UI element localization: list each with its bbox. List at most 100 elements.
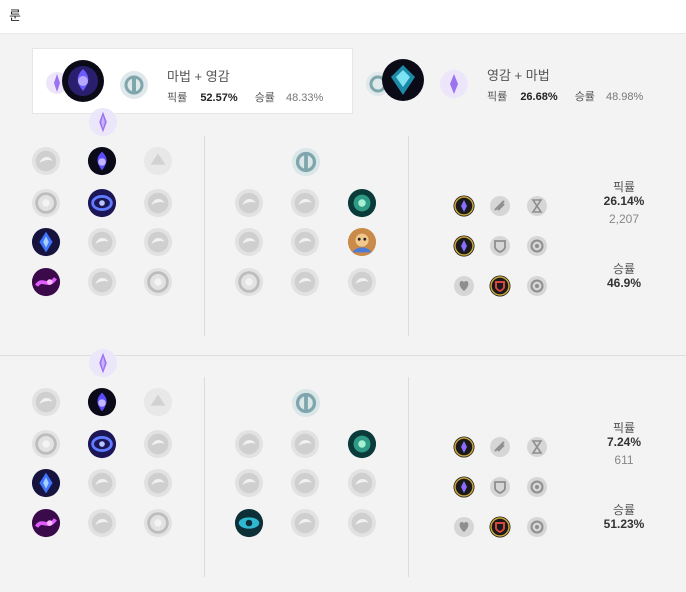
games-count: 2,207 bbox=[608, 212, 640, 226]
armor-shard-icon bbox=[489, 235, 511, 257]
build-2-pick-stats: 픽률 7.24% 611 bbox=[584, 421, 664, 468]
inspiration-tree-icon bbox=[291, 388, 321, 418]
win-rate-value: 48.33% bbox=[286, 92, 324, 104]
tab-sorcery-inspiration[interactable]: 마법 + 영감 픽률 52.57% 승률 48.33% bbox=[32, 48, 353, 114]
win-rate-value: 46.9% bbox=[606, 276, 642, 290]
transcendence-icon bbox=[31, 227, 61, 257]
gathering-storm-icon bbox=[143, 508, 173, 538]
runes-panel: 마법 + 영감 픽률 52.57% 승률 48.33% 영감 + 마법 픽률 2… bbox=[0, 33, 686, 592]
column-divider bbox=[204, 377, 205, 577]
summon-aery-icon bbox=[87, 387, 117, 417]
games-count: 611 bbox=[614, 453, 634, 467]
nullifying-orb-icon bbox=[31, 188, 61, 218]
nimbus-cloak-icon bbox=[143, 188, 173, 218]
win-rate-label: 승률 bbox=[254, 92, 275, 104]
pick-rate-value: 7.24% bbox=[606, 435, 642, 449]
rune-tree-tabs: 마법 + 영감 픽률 52.57% 승률 48.33% 영감 + 마법 픽률 2… bbox=[32, 48, 686, 114]
build-1-win-stats: 승률 46.9% bbox=[584, 262, 664, 291]
biscuit-delivery-icon bbox=[347, 227, 377, 257]
adaptive-force-shard-icon bbox=[453, 235, 475, 257]
ability-haste-shard-icon bbox=[526, 436, 548, 458]
pick-rate-value: 52.57% bbox=[200, 92, 238, 104]
magic-resist-shard-icon bbox=[526, 516, 548, 538]
time-warp-tonic-icon bbox=[347, 508, 377, 538]
win-rate-label: 승률 bbox=[612, 262, 636, 276]
waterwalking-icon bbox=[87, 508, 117, 538]
tab-name: 마법 + 영감 bbox=[167, 69, 230, 84]
magical-footwear-icon bbox=[290, 188, 320, 218]
inspiration-tree-icon bbox=[291, 147, 321, 177]
win-rate-label: 승률 bbox=[612, 503, 636, 517]
magic-resist-shard-icon bbox=[526, 476, 548, 498]
build-2-win-stats: 승률 51.23% bbox=[584, 503, 664, 532]
manaflow-band-icon bbox=[87, 188, 117, 218]
pick-rate-value: 26.14% bbox=[603, 194, 645, 208]
celerity-icon bbox=[87, 468, 117, 498]
nullifying-orb-icon bbox=[31, 429, 61, 459]
perfect-timing-icon bbox=[347, 188, 377, 218]
armor-shard-icon bbox=[489, 275, 511, 297]
glacial-augment-icon bbox=[381, 58, 425, 102]
tab-inspiration-sorcery[interactable]: 영감 + 마법 픽률 26.68% 승률 48.98% bbox=[353, 48, 674, 114]
sorcery-tree-icon bbox=[88, 107, 118, 137]
minion-dematerializer-icon bbox=[290, 468, 320, 498]
pick-rate-label: 픽률 bbox=[612, 421, 636, 435]
transcendence-icon bbox=[31, 468, 61, 498]
scorch-icon bbox=[31, 508, 61, 538]
magic-resist-shard-icon bbox=[526, 275, 548, 297]
health-shard-icon bbox=[453, 516, 475, 538]
column-divider bbox=[204, 136, 205, 336]
absolute-focus-icon bbox=[143, 468, 173, 498]
adaptive-force-shard-icon bbox=[453, 476, 475, 498]
tab-name: 영감 + 마법 bbox=[487, 68, 550, 83]
hextech-flashtraption-icon bbox=[234, 429, 264, 459]
phase-rush-icon bbox=[143, 146, 173, 176]
armor-shard-icon bbox=[489, 516, 511, 538]
approach-velocity-icon bbox=[290, 508, 320, 538]
magic-resist-shard-icon bbox=[526, 235, 548, 257]
phase-rush-icon bbox=[143, 387, 173, 417]
ability-haste-shard-icon bbox=[526, 195, 548, 217]
column-divider bbox=[408, 377, 409, 577]
win-rate-label: 승률 bbox=[574, 91, 595, 103]
scorch-icon bbox=[31, 267, 61, 297]
sorcery-tree-icon bbox=[88, 348, 118, 378]
build-1-pick-stats: 픽률 26.14% 2,207 bbox=[584, 180, 664, 227]
sorcery-path-icon bbox=[439, 69, 469, 99]
futures-market-icon bbox=[234, 468, 264, 498]
attack-speed-shard-icon bbox=[489, 436, 511, 458]
pick-rate-value: 26.68% bbox=[520, 91, 558, 103]
arcane-comet-icon bbox=[31, 387, 61, 417]
section-header: 룬 bbox=[0, 0, 686, 32]
absolute-focus-icon bbox=[143, 227, 173, 257]
biscuit-delivery-icon bbox=[347, 468, 377, 498]
summon-aery-icon bbox=[61, 59, 105, 103]
health-shard-icon bbox=[453, 275, 475, 297]
pick-rate-label: 픽률 bbox=[167, 92, 188, 104]
win-rate-value: 51.23% bbox=[603, 517, 645, 531]
tab-stats: 픽률 26.68% 승률 48.98% bbox=[487, 88, 643, 104]
waterwalking-icon bbox=[87, 267, 117, 297]
arcane-comet-icon bbox=[31, 146, 61, 176]
approach-velocity-icon bbox=[290, 267, 320, 297]
celerity-icon bbox=[87, 227, 117, 257]
gathering-storm-icon bbox=[143, 267, 173, 297]
cosmic-insight-icon bbox=[234, 508, 264, 538]
hextech-flashtraption-icon bbox=[234, 188, 264, 218]
adaptive-force-shard-icon bbox=[453, 436, 475, 458]
attack-speed-shard-icon bbox=[489, 195, 511, 217]
futures-market-icon bbox=[234, 227, 264, 257]
pick-rate-label: 픽률 bbox=[612, 180, 636, 194]
inspiration-path-icon bbox=[119, 70, 149, 100]
perfect-timing-icon bbox=[347, 429, 377, 459]
tab-stats: 픽률 52.57% 승률 48.33% bbox=[167, 89, 323, 105]
section-title: 룬 bbox=[9, 8, 21, 23]
pick-rate-label: 픽률 bbox=[487, 91, 508, 103]
summon-aery-icon bbox=[87, 146, 117, 176]
time-warp-tonic-icon bbox=[347, 267, 377, 297]
minion-dematerializer-icon bbox=[290, 227, 320, 257]
manaflow-band-icon bbox=[87, 429, 117, 459]
magical-footwear-icon bbox=[290, 429, 320, 459]
cosmic-insight-icon bbox=[234, 267, 264, 297]
win-rate-value: 48.98% bbox=[606, 91, 644, 103]
